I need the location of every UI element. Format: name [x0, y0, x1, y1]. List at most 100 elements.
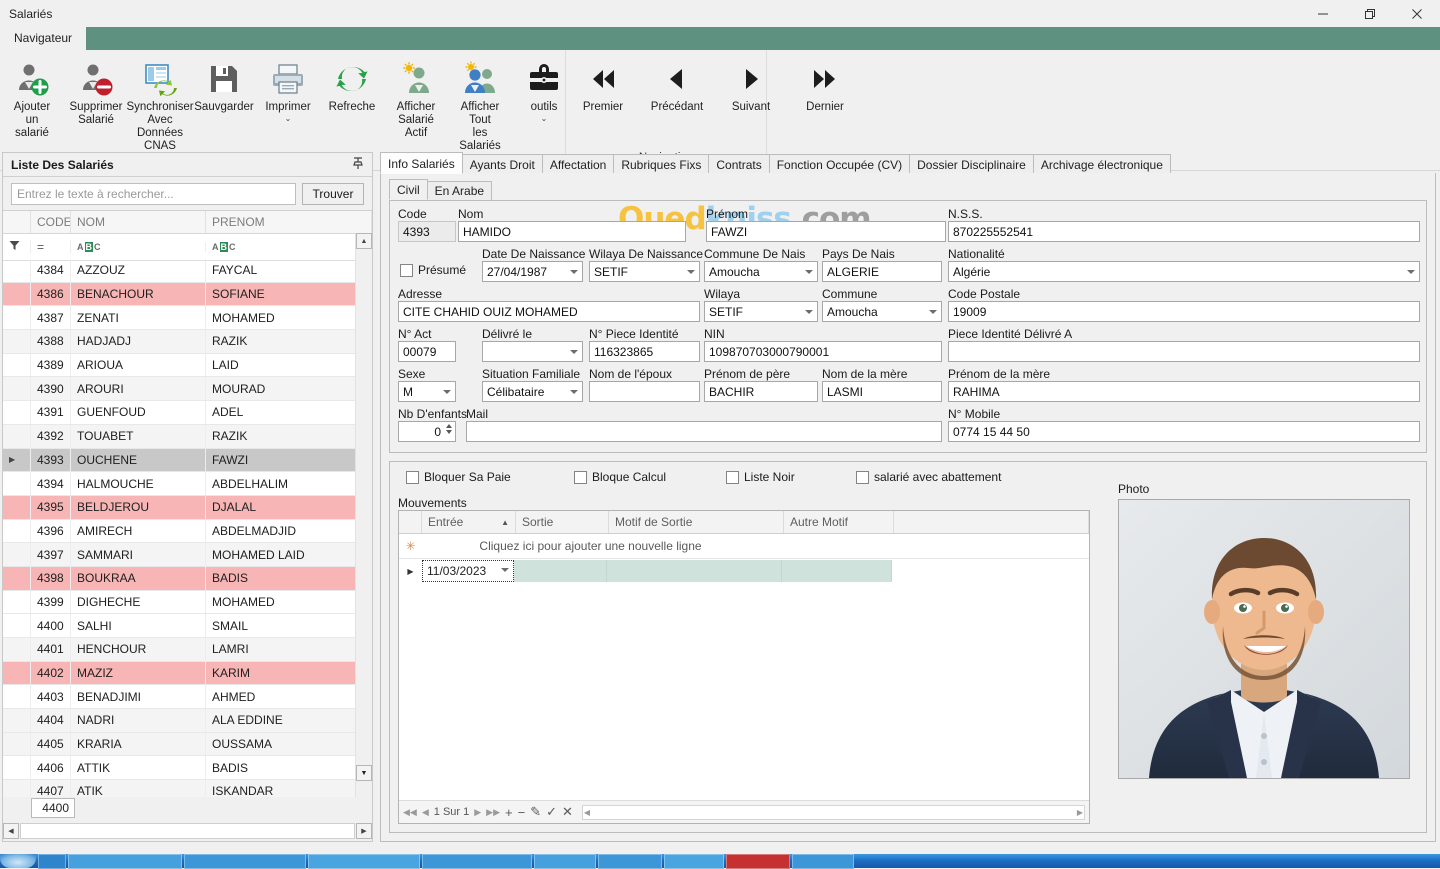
checkbox-salari-avec-abattement[interactable]: salarié avec abattement [856, 470, 1001, 484]
taskbar-app8-icon[interactable] [726, 853, 790, 869]
mv-column-entree[interactable]: Entrée ▲ [422, 511, 516, 533]
chevron-down-icon[interactable] [570, 269, 578, 274]
checkbox-box[interactable] [574, 470, 587, 484]
field-nin[interactable]: 109870703000790001 [704, 341, 942, 362]
ribbon-tab-navigateur[interactable]: Navigateur [0, 27, 87, 50]
field-nss[interactable]: 870225552541 [948, 221, 1420, 242]
chevron-down-icon[interactable] [1407, 269, 1415, 274]
table-row[interactable]: 4389 ARIOUA LAID [3, 353, 372, 378]
table-row[interactable]: 4394 HALMOUCHE ABDELHALIM [3, 472, 372, 496]
show-all-employees-button[interactable]: Afficher Tout les Salariés [448, 57, 512, 153]
mv-prev-icon[interactable]: ◀ [422, 807, 429, 818]
mv-scroll-right-icon[interactable]: ▶ [1077, 808, 1083, 817]
column-header-prenom[interactable]: PRENOM [206, 211, 372, 233]
field-prenom[interactable]: FAWZI [706, 221, 946, 242]
tab-ayants-droit[interactable]: Ayants Droit [461, 154, 543, 174]
table-row[interactable]: 4406 ATTIK BADIS [3, 756, 372, 781]
sync-cnas-button[interactable]: Synchroniser Avec Données CNAS [126, 57, 194, 153]
table-row[interactable]: 4388 HADJADJ RAZIK [3, 330, 372, 354]
add-employee-button[interactable]: Ajouter un salarié [0, 57, 64, 140]
save-button[interactable]: Sauvgarder [192, 57, 256, 114]
table-row[interactable]: 4407 ATIK ISKANDAR [3, 780, 372, 797]
pin-icon[interactable] [352, 156, 364, 173]
mv-cancel-icon[interactable]: ✕ [562, 804, 573, 820]
print-button[interactable]: Imprimer ⌄ [256, 57, 320, 123]
close-icon[interactable] [1393, 0, 1440, 27]
field-nationalite[interactable]: Algérie [948, 261, 1420, 282]
filter-icon[interactable] [9, 240, 20, 254]
column-header-nom[interactable]: NOM [71, 211, 206, 233]
checkbox-box[interactable] [406, 470, 419, 484]
chevron-down-icon[interactable] [805, 269, 813, 274]
field-prenom-pere[interactable]: BACHIR [704, 381, 818, 402]
table-row[interactable]: 4387 ZENATI MOHAMED [3, 306, 372, 331]
mv-last-icon[interactable]: ▶▶ [486, 807, 500, 818]
mouvement-row[interactable]: ▶ 11/03/2023 [399, 559, 1089, 583]
field-adresse[interactable]: CITE CHAHID OUIZ MOHAMED [398, 301, 700, 322]
checkbox-box[interactable] [726, 470, 739, 484]
cell-entree[interactable]: 11/03/2023 [422, 560, 514, 582]
chevron-down-icon[interactable] [929, 309, 937, 314]
footer-code-value[interactable]: 4400 [31, 798, 75, 818]
employee-grid-vscrollbar[interactable]: ▲ ▼ [355, 233, 372, 797]
show-active-employee-button[interactable]: Afficher Salarié Actif [384, 57, 448, 140]
filter-operator-code[interactable]: = [31, 240, 71, 254]
mv-confirm-icon[interactable]: ✓ [546, 804, 557, 820]
mv-column-autre-motif[interactable]: Autre Motif [784, 511, 894, 533]
employee-photo[interactable] [1118, 499, 1410, 779]
taskbar-app4-icon[interactable] [422, 853, 532, 869]
field-delivre-le[interactable] [482, 341, 583, 362]
mv-add-icon[interactable]: + [505, 805, 513, 820]
table-row[interactable]: 4386 BENACHOUR SOFIANE [3, 282, 372, 307]
field-nom-mere[interactable]: LASMI [822, 381, 942, 402]
find-button[interactable]: Trouver [302, 183, 364, 205]
checkbox-liste-noir[interactable]: Liste Noir [726, 470, 795, 484]
field-piece-delivre-a[interactable] [948, 341, 1420, 362]
field-mail[interactable] [466, 421, 942, 442]
filter-operator-prenom[interactable]: ABC [206, 242, 372, 252]
chevron-down-icon[interactable] [805, 309, 813, 314]
field-date-naissance[interactable]: 27/04/1987 [482, 261, 583, 282]
chevron-down-icon[interactable] [570, 389, 578, 394]
table-row[interactable]: 4403 BENADJIMI AHMED [3, 685, 372, 710]
chevron-down-icon[interactable] [443, 389, 451, 394]
subtab-en-arabe[interactable]: En Arabe [426, 181, 493, 200]
tab-rubriques-fixs[interactable]: Rubriques Fixs [613, 154, 710, 174]
table-row[interactable]: 4402 MAZIZ KARIM [3, 661, 372, 686]
refresh-button[interactable]: Refreche [320, 57, 384, 114]
mv-first-icon[interactable]: ◀◀ [403, 807, 417, 818]
field-commune-naissance[interactable]: Amoucha [704, 261, 818, 282]
table-row[interactable]: 4395 BELDJEROU DJALAL [3, 495, 372, 520]
cell-motif-sortie[interactable] [607, 560, 782, 582]
table-row[interactable]: 4396 AMIRECH ABDELMADJID [3, 519, 372, 544]
field-prenom-mere[interactable]: RAHIMA [948, 381, 1420, 402]
field-wilaya[interactable]: SETIF [704, 301, 818, 322]
tab-contrats[interactable]: Contrats [708, 154, 770, 174]
checkbox-box[interactable] [856, 470, 869, 484]
table-row[interactable]: 4384 AZZOUZ FAYCAL [3, 259, 372, 283]
filter-operator-nom[interactable]: ABC [71, 242, 206, 252]
subtab-civil[interactable]: Civil [389, 179, 428, 200]
cell-autre-motif[interactable] [782, 560, 892, 582]
field-nb-enfants[interactable]: 0 [398, 421, 456, 442]
mv-remove-icon[interactable]: − [518, 805, 526, 820]
table-row[interactable]: 4397 SAMMARI MOHAMED LAID [3, 543, 372, 567]
mv-column-motif-sortie[interactable]: Motif de Sortie [609, 511, 784, 533]
checkbox-bloque-calcul[interactable]: Bloque Calcul [574, 470, 666, 484]
mouvements-new-row[interactable]: ✳ Cliquez ici pour ajouter une nouvelle … [399, 534, 1089, 559]
field-n-piece-identite[interactable]: 116323865 [589, 341, 700, 362]
next-record-button[interactable]: Suivant [714, 57, 788, 114]
taskbar-app3-icon[interactable] [308, 853, 420, 869]
table-row[interactable]: 4392 TOUABET RAZIK [3, 424, 372, 449]
employee-list-hscrollbar[interactable]: ◀ ▶ [3, 821, 372, 841]
tab-affectation[interactable]: Affectation [541, 154, 615, 174]
field-situation-familiale[interactable]: Célibataire [482, 381, 583, 402]
taskbar-app9-icon[interactable] [792, 853, 854, 869]
table-row[interactable]: 4405 KRARIA OUSSAMA [3, 732, 372, 757]
taskbar-app2-icon[interactable] [184, 853, 306, 869]
chevron-down-icon[interactable]: ⌄ [285, 114, 292, 123]
taskbar-app7-icon[interactable] [664, 853, 724, 869]
mv-next-icon[interactable]: ▶ [474, 807, 481, 818]
mv-edit-icon[interactable]: ✎ [530, 804, 541, 820]
field-n-act[interactable]: 00079 [398, 341, 456, 362]
